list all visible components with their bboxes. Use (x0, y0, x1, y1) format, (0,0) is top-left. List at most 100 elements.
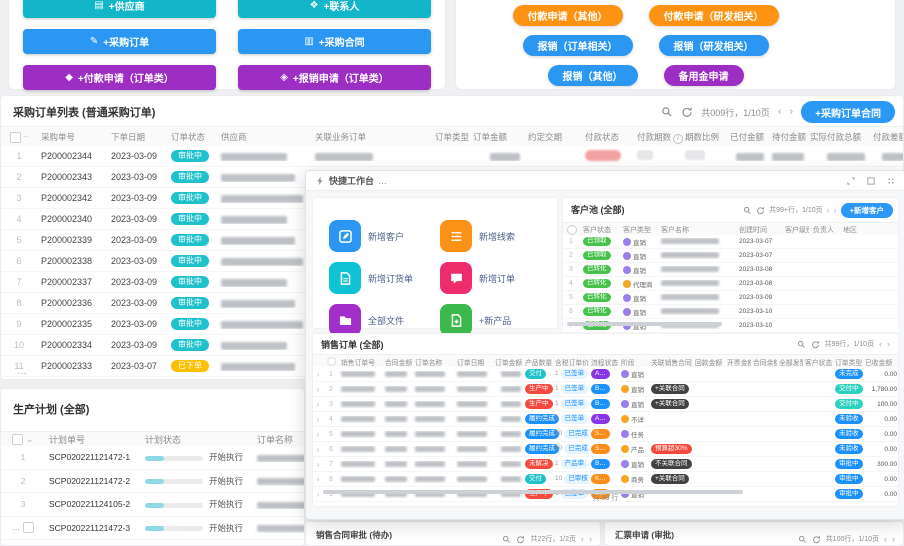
table-row[interactable]: …SCP020221121472-3开始执行 (1, 517, 305, 541)
table-row[interactable]: 6已转化直销2023-03-10 (563, 305, 898, 319)
button-label: +采购合同 (319, 34, 365, 49)
add-supplier-button[interactable]: ▤+供应商 (23, 0, 216, 18)
refresh-icon[interactable] (812, 535, 821, 544)
table-row[interactable]: ›6履约完成10已完成S…产品预算超30%未验收0.00 (313, 442, 898, 457)
search-icon[interactable] (661, 106, 673, 118)
reimburse-other-button[interactable]: 报销（其他） (548, 65, 638, 86)
table-row[interactable]: 1P2000023442023-03-09审批中 (1, 146, 903, 167)
table-row[interactable]: 5已转化直销2023-03-09 (563, 291, 898, 305)
row-expander-icon[interactable]: › (317, 460, 320, 469)
draft-request-panel: 汇票申请 (审批) 共100行，1/10页 ‹ › (604, 521, 904, 546)
row-checkbox[interactable] (23, 522, 34, 533)
redacted-text (385, 461, 407, 467)
refresh-icon[interactable] (811, 340, 820, 349)
redacted-text (457, 476, 487, 482)
next-page-icon[interactable]: › (892, 535, 895, 544)
table-row[interactable]: 4已转化代理商2023-03-08 (563, 277, 898, 291)
status-badge: B… (591, 399, 610, 409)
table-row[interactable]: 2已领取直销2023-03-07 (563, 249, 898, 263)
search-icon[interactable] (502, 535, 511, 544)
search-icon[interactable] (797, 340, 806, 349)
window-expand-icon[interactable] (846, 176, 856, 186)
add-payment-request-order-button[interactable]: ◆+付款申请（订单类） (23, 65, 216, 90)
table-row[interactable]: 3SCP020221124105-2开始执行 (1, 493, 305, 517)
table-row[interactable]: ›8交付10已审核K…商务+关联合同审批中0.00 (313, 472, 898, 487)
horizontal-scrollbar[interactable] (323, 490, 743, 494)
row-expander-icon[interactable]: › (317, 445, 320, 454)
table-row[interactable]: 2SCP020221121472-2开始执行 (1, 470, 305, 494)
customer-type-label: 直销 (633, 310, 646, 317)
purchase-panel-title: 采购订单列表 (普通采购订单) (13, 104, 155, 120)
row-expander-icon[interactable]: › (317, 400, 320, 409)
row-expander-icon[interactable]: › (317, 430, 320, 439)
payment-request-other-button[interactable]: 付款申请（其他） (513, 5, 623, 26)
select-all-checkbox[interactable] (10, 132, 21, 143)
reimburse-rd-button[interactable]: 报销（研发相关） (659, 35, 769, 56)
select-all-radio[interactable] (567, 225, 577, 235)
prev-page-icon[interactable]: ‹ (884, 535, 887, 544)
status-badge: A… (591, 369, 610, 379)
table-row[interactable]: ›1交付1已签单A…直销未完成0.00 (313, 367, 898, 382)
table-row[interactable]: ›4履约完成1已签单A…不详未验收0.00 (313, 412, 898, 427)
table-row[interactable]: 1SCP020221121472-1开始执行 (1, 446, 305, 470)
window-titlebar[interactable]: 快捷工作台 … (306, 171, 904, 191)
prev-page-icon[interactable]: ‹ (879, 340, 882, 349)
redacted-text (385, 446, 407, 452)
refresh-icon[interactable] (756, 206, 765, 215)
next-page-icon[interactable]: › (789, 107, 793, 118)
table-row[interactable]: ›5履约完成10已完成S…任务未验收0.00 (313, 427, 898, 442)
add-purchase-order-button[interactable]: ✎+采购订单 (23, 29, 216, 54)
next-page-icon[interactable]: › (589, 535, 592, 544)
table-row[interactable]: 3已转化直销2023-03-08 (563, 263, 898, 277)
add-customer-button[interactable]: +新增客户 (841, 203, 893, 218)
prev-page-icon[interactable]: ‹ (581, 535, 584, 544)
shortcut-new-lead[interactable]: 新增线索 (440, 220, 551, 252)
shortcut-label: 全部文件 (368, 314, 404, 327)
horizontal-scrollbar[interactable] (567, 322, 722, 326)
shortcut-new-order[interactable]: 新增订单 (440, 262, 551, 294)
amount-value: 0.00 (884, 476, 897, 483)
row-expander-icon[interactable]: › (317, 475, 320, 484)
redacted-text (882, 153, 904, 161)
prev-page-icon[interactable]: ‹ (827, 206, 830, 215)
shortcut-new-product[interactable]: +新产品 (440, 304, 551, 336)
search-icon[interactable] (743, 206, 752, 215)
table-row[interactable]: ›3生产中1已签单B…直销+关联合同交付中100.00 (313, 397, 898, 412)
refresh-icon[interactable] (681, 106, 693, 118)
petty-cash-button[interactable]: 备用金申请 (664, 65, 744, 86)
column-header: 已付金额 (730, 132, 764, 142)
next-page-icon[interactable]: › (834, 206, 837, 215)
table-row[interactable]: ›2生产中1已签单B…直销+关联合同交付中1,780.00 (313, 382, 898, 397)
window-panel-icon[interactable] (866, 176, 876, 186)
prev-page-icon[interactable]: ‹ (778, 107, 782, 118)
table-row[interactable]: 1已领取直销2023-03-07 (563, 235, 898, 249)
redacted-text (637, 150, 653, 160)
refresh-icon[interactable] (516, 535, 525, 544)
column-header: 采购单号 (41, 132, 75, 142)
search-icon[interactable] (798, 535, 807, 544)
shortcut-new-order-form[interactable]: 新增订货单 (329, 262, 440, 294)
payment-request-rd-button[interactable]: 付款申请（研发相关） (649, 5, 779, 26)
add-reimburse-request-order-button[interactable]: ◈+报销申请（订单类） (238, 65, 431, 90)
row-actions-icon[interactable]: … (12, 522, 21, 532)
status-badge: 交付中 (835, 384, 863, 394)
add-contact-button[interactable]: ❖+联系人 (238, 0, 431, 18)
row-expander-icon[interactable]: › (317, 415, 320, 424)
add-purchase-contract-button[interactable]: ▥+采购合同 (238, 29, 431, 54)
button-label: +联系人 (324, 0, 360, 13)
add-purchase-contract-button[interactable]: +采购订单合同 (801, 101, 895, 123)
next-page-icon[interactable]: › (887, 340, 890, 349)
avatar (623, 238, 631, 246)
purchase-order-icon: ✎ (90, 37, 98, 47)
table-row[interactable]: ›7未解决1产品审B…直销不关联合同审批中300.00 (313, 457, 898, 472)
row-expander-icon[interactable]: › (317, 370, 320, 379)
table-row[interactable] (1, 540, 305, 546)
row-expander-icon[interactable]: › (317, 385, 320, 394)
shortcut-all-files[interactable]: 全部文件 (329, 304, 440, 336)
more-rows-indicator[interactable]: … (17, 366, 27, 377)
window-grid-icon[interactable] (886, 176, 896, 186)
select-all-checkbox[interactable] (12, 434, 23, 445)
reimburse-order-button[interactable]: 报销（订单相关） (523, 35, 633, 56)
select-all-checkbox[interactable] (327, 358, 335, 366)
shortcut-new-customer[interactable]: 新增客户 (329, 220, 440, 252)
